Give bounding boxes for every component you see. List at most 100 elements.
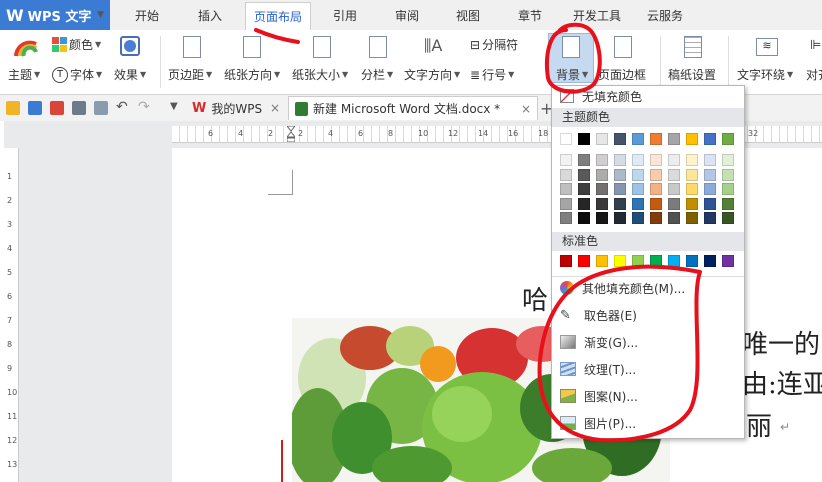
picture-item[interactable]: 图片(P)... bbox=[552, 411, 744, 435]
color-swatch[interactable] bbox=[650, 133, 662, 145]
color-swatch[interactable] bbox=[722, 168, 734, 181]
color-swatch[interactable] bbox=[596, 197, 608, 210]
doc-tab-mywps[interactable]: W 我的WPS × bbox=[186, 96, 286, 120]
manuscript-button[interactable]: 稿纸设置 bbox=[668, 66, 716, 83]
indent-marker-icon[interactable] bbox=[285, 125, 297, 143]
color-swatch[interactable] bbox=[560, 183, 572, 195]
effects-button[interactable]: 效果 ▼ bbox=[114, 66, 146, 83]
color-swatch[interactable] bbox=[668, 154, 680, 166]
color-swatch[interactable] bbox=[632, 133, 644, 145]
no-fill-color-item[interactable]: 无填充颜色 bbox=[552, 86, 744, 106]
color-swatch[interactable] bbox=[632, 183, 644, 195]
print-icon[interactable] bbox=[72, 101, 86, 115]
color-swatch[interactable] bbox=[704, 133, 716, 145]
color-swatch[interactable] bbox=[560, 212, 572, 224]
color-swatch[interactable] bbox=[722, 255, 734, 267]
color-swatch[interactable] bbox=[596, 255, 608, 267]
color-swatch[interactable] bbox=[596, 154, 608, 166]
color-swatch[interactable] bbox=[560, 154, 572, 166]
align-button[interactable]: 对齐 bbox=[806, 66, 822, 83]
color-swatch[interactable] bbox=[650, 154, 662, 166]
color-swatch[interactable] bbox=[578, 197, 590, 210]
color-swatch[interactable] bbox=[632, 154, 644, 166]
color-swatch[interactable] bbox=[686, 197, 698, 210]
color-swatch[interactable] bbox=[686, 154, 698, 166]
color-swatch[interactable] bbox=[650, 212, 662, 224]
color-swatch[interactable] bbox=[560, 255, 572, 267]
texture-item[interactable]: 纹理(T)... bbox=[552, 357, 744, 381]
color-swatch[interactable] bbox=[560, 133, 572, 145]
color-swatch[interactable] bbox=[632, 168, 644, 181]
close-icon[interactable]: × bbox=[521, 102, 531, 116]
tab-references[interactable]: 引用 bbox=[320, 0, 370, 30]
colors-button[interactable]: 颜色 ▼ bbox=[52, 36, 101, 53]
undo-icon[interactable]: ↶ bbox=[116, 99, 128, 115]
color-swatch[interactable] bbox=[596, 183, 608, 195]
color-swatch[interactable] bbox=[722, 212, 734, 224]
color-swatch[interactable] bbox=[578, 183, 590, 195]
color-swatch[interactable] bbox=[578, 255, 590, 267]
redo-icon[interactable]: ↷ bbox=[138, 99, 150, 115]
color-swatch[interactable] bbox=[668, 183, 680, 195]
tab-chapter[interactable]: 章节 bbox=[505, 0, 555, 30]
save-icon[interactable] bbox=[28, 101, 42, 115]
color-swatch[interactable] bbox=[686, 255, 698, 267]
color-swatch[interactable] bbox=[722, 154, 734, 166]
color-swatch[interactable] bbox=[668, 255, 680, 267]
color-swatch[interactable] bbox=[578, 154, 590, 166]
color-swatch[interactable] bbox=[578, 212, 590, 224]
color-swatch[interactable] bbox=[596, 212, 608, 224]
color-swatch[interactable] bbox=[650, 197, 662, 210]
color-swatch[interactable] bbox=[704, 168, 716, 181]
orientation-button[interactable]: 纸张方向 ▼ bbox=[224, 66, 280, 83]
theme-button[interactable]: 主题 ▼ bbox=[8, 66, 40, 83]
margins-button[interactable]: 页边距 ▼ bbox=[168, 66, 212, 83]
color-swatch[interactable] bbox=[704, 255, 716, 267]
separator-button[interactable]: ⊟ 分隔符 bbox=[470, 36, 518, 53]
color-swatch[interactable] bbox=[704, 197, 716, 210]
color-swatch[interactable] bbox=[632, 255, 644, 267]
tab-developer[interactable]: 开发工具 bbox=[565, 0, 629, 30]
color-swatch[interactable] bbox=[614, 168, 626, 181]
color-swatch[interactable] bbox=[560, 168, 572, 181]
color-swatch[interactable] bbox=[650, 255, 662, 267]
color-swatch[interactable] bbox=[614, 197, 626, 210]
color-swatch[interactable] bbox=[614, 133, 626, 145]
tab-page-layout[interactable]: 页面布局 bbox=[245, 2, 311, 32]
color-swatch[interactable] bbox=[578, 168, 590, 181]
color-swatch[interactable] bbox=[686, 168, 698, 181]
color-swatch[interactable] bbox=[704, 183, 716, 195]
color-swatch[interactable] bbox=[614, 183, 626, 195]
color-swatch[interactable] bbox=[632, 197, 644, 210]
color-swatch[interactable] bbox=[596, 168, 608, 181]
color-swatch[interactable] bbox=[650, 168, 662, 181]
wps-app-menu-button[interactable]: W WPS 文字 ▼ bbox=[0, 0, 110, 30]
eyedropper-item[interactable]: ✎ 取色器(E) bbox=[552, 303, 744, 327]
fonts-button[interactable]: T 字体 ▼ bbox=[52, 66, 102, 83]
gradient-item[interactable]: 渐变(G)... bbox=[552, 330, 744, 354]
tab-insert[interactable]: 插入 bbox=[184, 0, 236, 30]
color-swatch[interactable] bbox=[722, 183, 734, 195]
close-icon[interactable]: × bbox=[270, 101, 280, 115]
color-swatch[interactable] bbox=[722, 133, 734, 145]
color-swatch[interactable] bbox=[614, 154, 626, 166]
page-border-button[interactable]: 页面边框 bbox=[598, 66, 646, 83]
line-numbers-button[interactable]: ≣ 行号 ▼ bbox=[470, 66, 514, 83]
color-swatch[interactable] bbox=[668, 133, 680, 145]
open-folder-icon[interactable] bbox=[6, 101, 20, 115]
color-swatch[interactable] bbox=[668, 168, 680, 181]
tab-cloud[interactable]: 云服务 bbox=[640, 0, 690, 30]
text-wrap-button[interactable]: 文字环绕 ▼ bbox=[737, 66, 793, 83]
columns-button[interactable]: 分栏 ▼ bbox=[361, 66, 393, 83]
color-swatch[interactable] bbox=[614, 212, 626, 224]
color-swatch[interactable] bbox=[596, 133, 608, 145]
color-swatch[interactable] bbox=[704, 212, 716, 224]
paper-size-button[interactable]: 纸张大小 ▼ bbox=[292, 66, 348, 83]
tab-review[interactable]: 审阅 bbox=[382, 0, 432, 30]
color-swatch[interactable] bbox=[686, 133, 698, 145]
tab-home[interactable]: 开始 bbox=[122, 0, 172, 30]
more-fill-colors-item[interactable]: 其他填充颜色(M)... bbox=[552, 276, 744, 300]
color-swatch[interactable] bbox=[668, 197, 680, 210]
export-pdf-icon[interactable] bbox=[50, 101, 64, 115]
color-swatch[interactable] bbox=[722, 197, 734, 210]
